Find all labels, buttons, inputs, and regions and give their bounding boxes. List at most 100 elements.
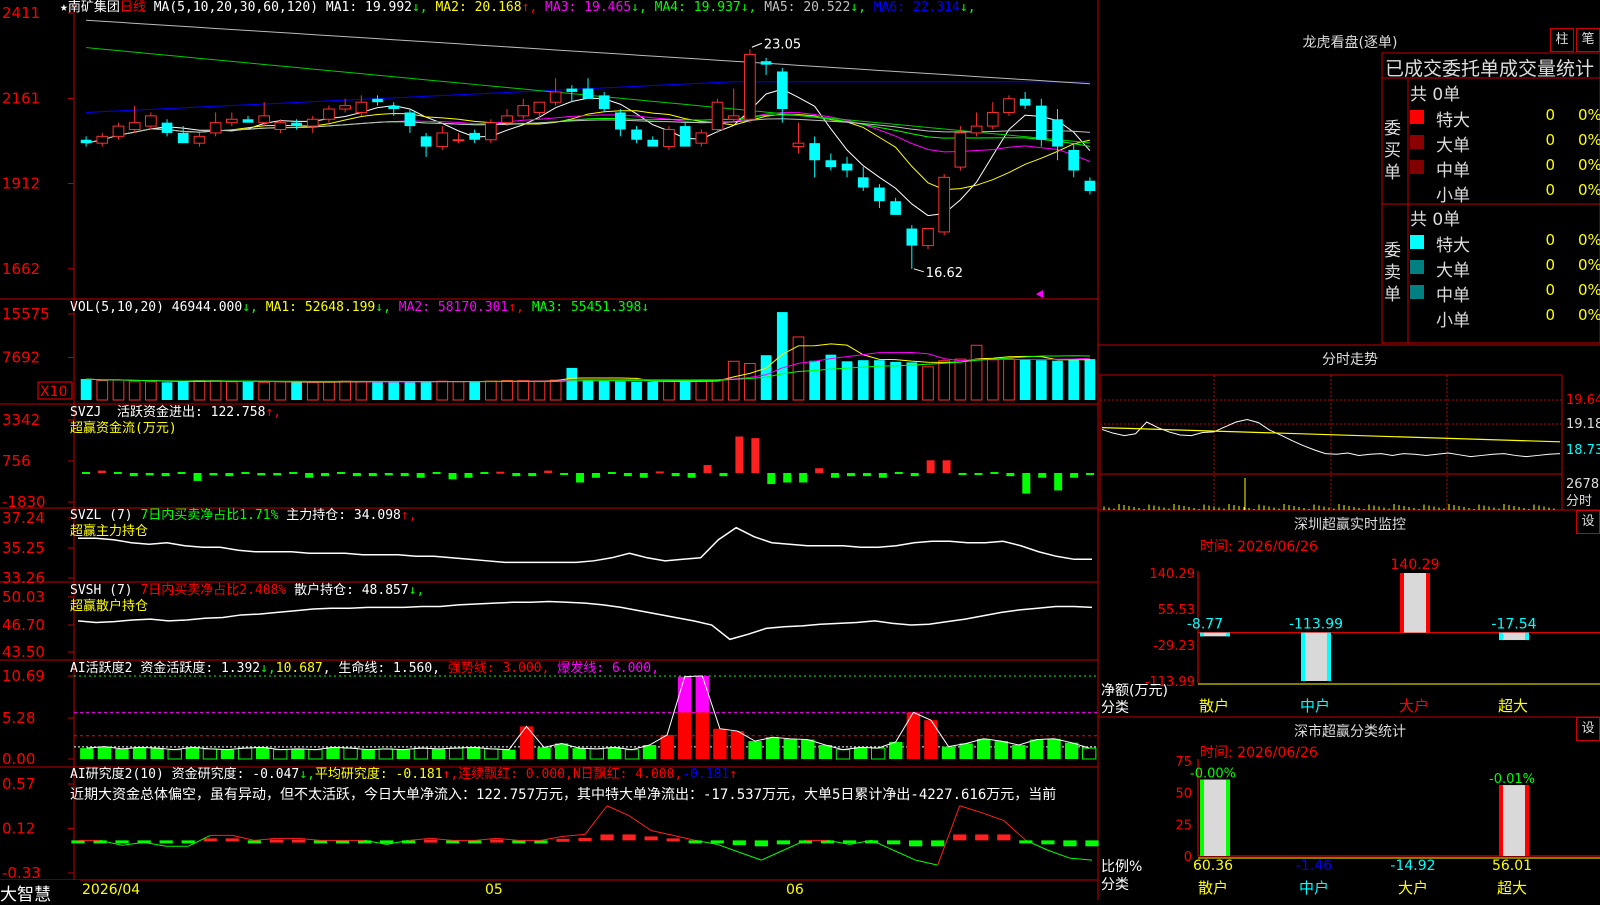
sell-row-count-2: 0 [1545,281,1555,299]
vol-bar-24 [469,381,481,400]
candle-body-39 [711,101,724,131]
price-legend: ★南矿集团日线 MA(5,10,20,30,60,120) MA1: 19.99… [60,0,983,16]
price-axis-label-0: 2411 [2,4,40,22]
vol-bar-10 [242,381,254,400]
vol-bar-15 [323,381,335,401]
intraday-axis-0: 19.64 [1566,393,1600,408]
ma-arrow-6: ↓, [959,0,984,15]
svzj-bar-49 [862,472,871,477]
candle-body-33 [615,112,626,130]
candle-body-23 [452,139,465,142]
vol-bar-12 [274,381,287,401]
period-label[interactable]: 日线 [120,0,146,15]
candle-body-47 [841,163,853,171]
candle-body-53 [938,176,951,233]
ai2-bar-6 [203,838,217,842]
svzj-bar-17 [352,472,361,477]
buy-row-pct-1: 0% [1578,131,1600,149]
svzj-bar-27 [512,472,521,477]
candle-body-62 [1084,180,1096,191]
vol-bar-45 [809,360,821,400]
svzl-axis-label-1: 35.25 [2,539,45,557]
ai2-bar-22 [556,838,570,842]
candle-body-18 [372,98,383,103]
ai1-lifeline: 生命线: 1.560 [338,661,433,676]
ai1-bar-33 [660,734,674,759]
ai1-bar-50 [959,743,973,759]
sz-bar-edge-r-1 [1327,632,1331,681]
svzj-bar-54 [942,460,951,473]
ai1-bar-32 [642,745,657,759]
svzj-bar-39 [703,465,712,473]
ai2-line-seg-32 [761,849,784,861]
candle-body-5 [161,122,173,133]
vol-bar-43 [776,312,788,400]
svzj-bar-52 [910,472,919,477]
ai2-bar-2 [115,840,129,844]
vol-legend: VOL(5,10,20) 46944.000↓, MA1: 52648.199↓… [70,300,650,315]
ai1-bar-0 [80,748,94,759]
sz-bar-label-3: -17.54 [1491,617,1536,633]
vol-ma2: MA2: 58170.301 [398,300,509,315]
stats-title: 已成交委托单成交量统计 [1385,58,1595,80]
buy-row-count-0: 0 [1545,106,1555,124]
class-time: 时间: 2026/06/26 [1200,745,1318,761]
candle-body-8 [209,122,222,134]
sell-row-count-0: 0 [1545,231,1555,249]
vol-bar-28 [533,380,546,401]
ai1-bar-27 [554,743,569,759]
ai1-strong: 强势线: 3.000 [447,661,542,676]
class-value-label-1: -1.46 [1296,858,1332,874]
vol-bar-4 [145,381,157,401]
svzj-bar-25 [480,471,489,474]
sz-xlabel: 分类 [1101,700,1129,716]
vol-ma3: MA3: 55451.398 [531,300,642,315]
bar-mode-button[interactable]: 柱 [1550,28,1574,52]
ai1-bar-44 [853,747,868,759]
vol-bar-20 [404,381,416,400]
ai1-bar-13 [308,749,323,760]
svzj-bar-53 [926,460,935,473]
candle-body-27 [517,105,530,117]
ai1-bar-38 [748,741,762,759]
ai1-bar-43 [835,749,851,760]
class-top-label-0: -0.00% [1190,767,1236,782]
brand-label[interactable]: 大智慧 [0,880,80,905]
candle-body-14 [306,118,319,127]
candle-body-22 [436,132,449,148]
ai1-bar-49 [941,746,956,759]
candle-body-1 [96,135,109,144]
vol-bar-44 [792,336,805,401]
vol-bar-8 [209,380,222,401]
buy-order-label: 委买单 [1384,119,1401,183]
stock-name[interactable]: 南矿集团 [68,0,120,15]
date-axis-label-2: 05 [485,882,503,898]
vol-bar-23 [452,381,465,401]
candle-body-32 [598,95,610,110]
intraday-title: 分时走势 [1322,352,1378,368]
ma-legend-3: MA3: 19.465 [545,0,632,15]
class-settings-button[interactable]: 设 [1576,717,1600,741]
candle-body-6 [177,132,189,144]
vol-axis-label-1: 7692 [2,348,40,366]
ai2-n-red: N日飘红: 4.000 [572,767,675,782]
buy-row-pct-0: 0% [1578,106,1600,124]
sell-row-name-1: 大单 [1436,261,1470,281]
vol-bar-9 [225,381,238,401]
vol-bar-56 [986,359,999,401]
ma-params: MA(5,10,20,30,60,120) [153,0,319,15]
sz-settings-button[interactable]: 设 [1576,510,1600,534]
svzl-label: SVZL (7) [70,508,133,523]
ai1-bar-3 [132,747,147,759]
ai2-label: AI研究度2(10) [70,767,164,782]
ai1-bar-45 [870,747,886,760]
tick-mode-button[interactable]: 笔 [1576,28,1600,52]
candle-body-26 [501,115,513,124]
svzj-sub: 超赢资金流(万元) [70,421,177,436]
class-bar-3 [1499,785,1529,856]
vol-bar-31 [582,380,594,400]
buy-swatch-0 [1410,110,1424,124]
ma-legend-4: MA4: 19.937 [654,0,741,15]
intraday-axis-4: 分时 [1566,494,1592,509]
ai2-bar-25 [622,834,636,841]
